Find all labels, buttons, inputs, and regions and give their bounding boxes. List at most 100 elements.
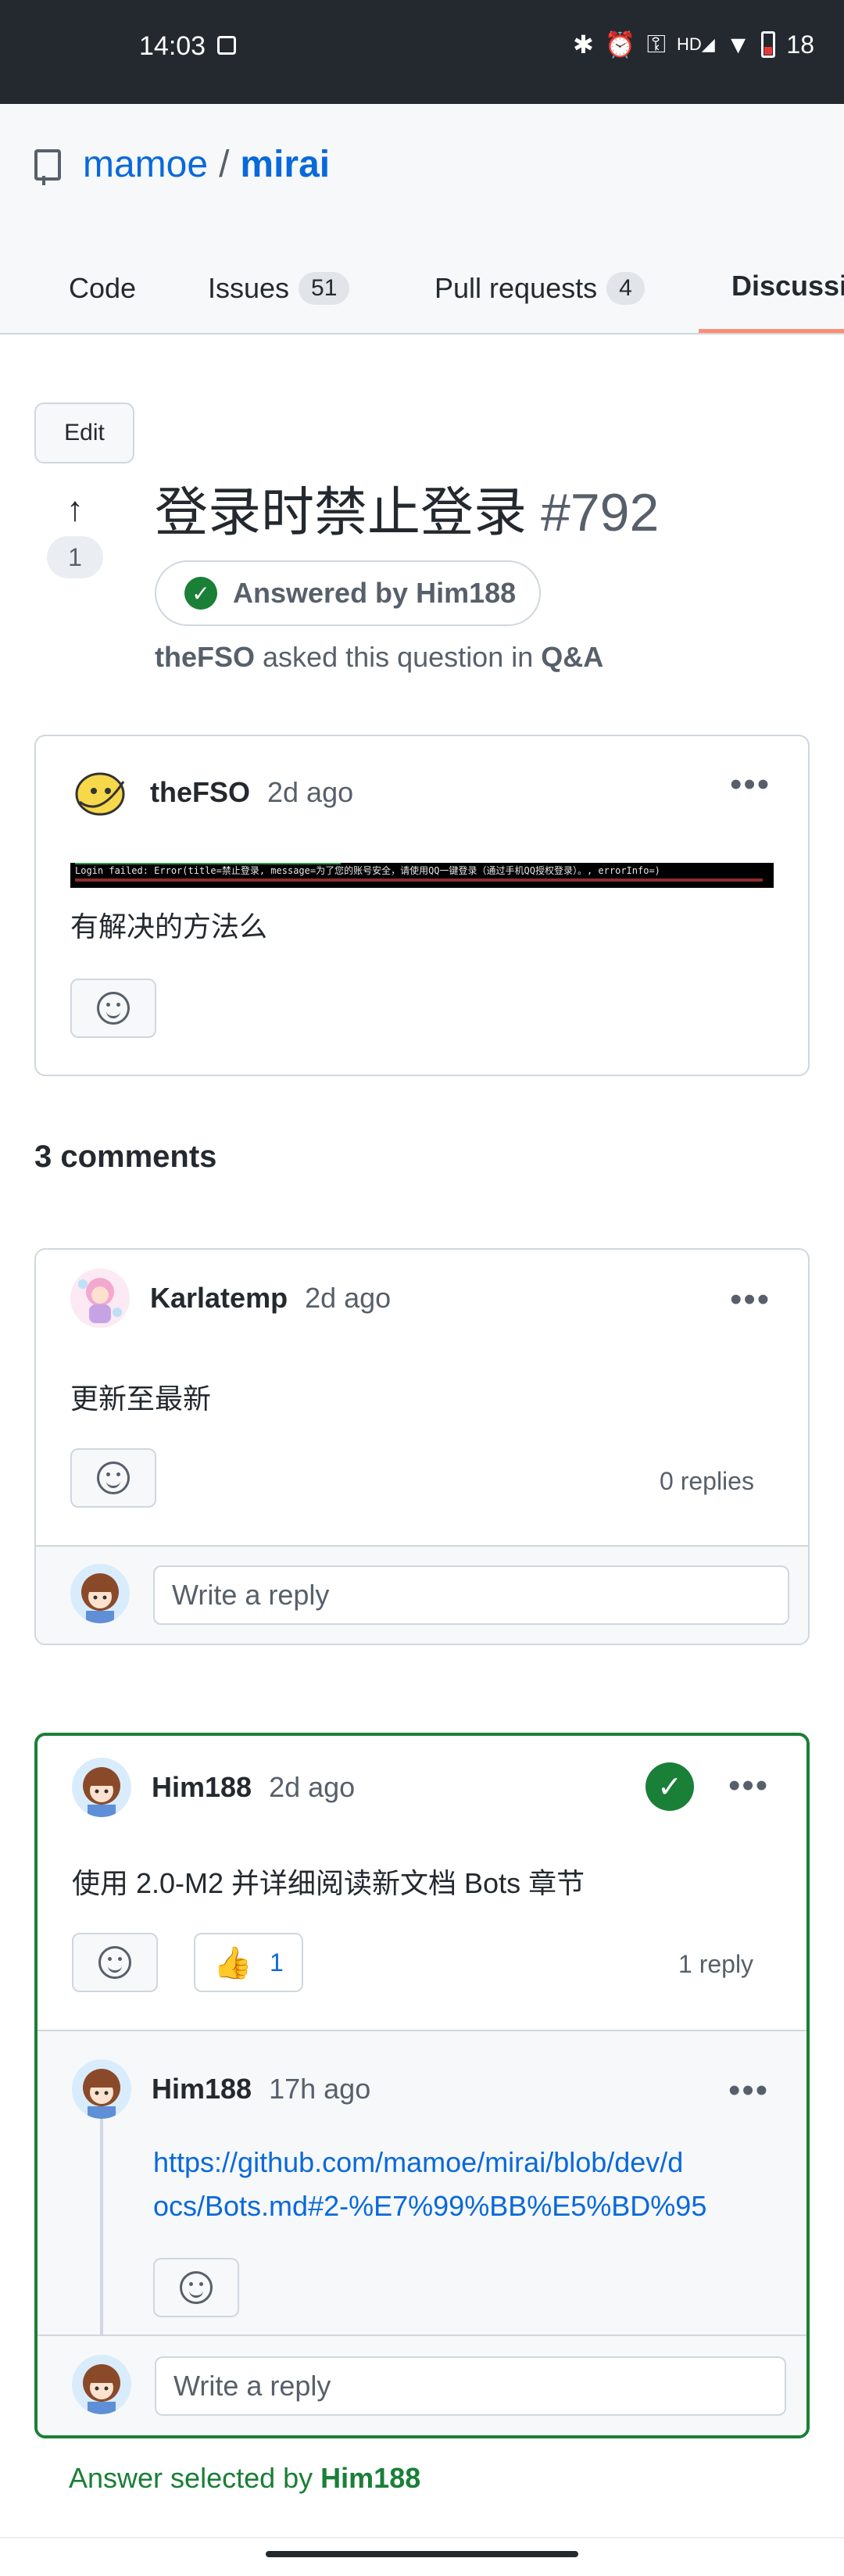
tab-issues[interactable]: Issues 51 [208,243,350,333]
comment-author-row: Karlatemp 2d ago [70,1268,391,1328]
edit-button[interactable]: Edit [34,402,134,463]
write-reply-input[interactable]: Write a reply [155,2356,786,2416]
post-author-row: theFSO 2d ago [70,763,353,822]
discussion-title: 登录时禁止登录 #792 [155,469,659,546]
tab-pull-requests[interactable]: Pull requests 4 [435,243,645,333]
reply-bar: Write a reply [38,2334,806,2435]
home-indicator[interactable] [266,2551,578,2557]
tab-label: Issues [208,271,290,304]
smiley-icon [97,1462,130,1494]
replies-count[interactable]: 0 replies [660,1467,754,1496]
comments-heading: 3 comments [34,1140,217,1174]
pull-requests-count-badge: 4 [606,271,645,305]
check-circle-icon: ✓ [184,577,217,610]
discussion-title-text: 登录时禁止登录 [155,483,528,542]
battery-icon [761,31,776,58]
tab-label: Discussi [731,270,844,302]
asker-link[interactable]: theFSO [155,641,255,673]
reply-bar: Write a reply [36,1545,808,1644]
avatar[interactable] [72,1758,131,1817]
repo-name-link[interactable]: mirai [240,143,330,186]
smiley-icon [97,992,130,1025]
thread-line [100,2102,103,2336]
reply-time[interactable]: 17h ago [269,2073,370,2106]
answer-selected-by-link[interactable]: Him188 [320,2462,420,2494]
asked-text: asked this question in [263,641,534,673]
post-body: 有解决的方法么 [70,911,268,943]
nested-reply: Him188 17h ago ••• https://github.com/ma… [38,2030,806,2336]
docs-link[interactable]: https://github.com/mamoe/mirai/blob/dev/… [153,2141,706,2228]
comment-card: Karlatemp 2d ago ••• 更新至最新 0 replies Wri… [34,1248,810,1645]
write-reply-input[interactable]: Write a reply [153,1565,789,1625]
vpn-key-icon: ⚿ [646,30,667,58]
comment-body: 更新至最新 [70,1383,212,1415]
more-options-icon[interactable]: ••• [730,1283,771,1317]
status-bar: 14:03 ✱ ⏰ ⚿ HD◢ ▼ 18 [0,0,844,104]
status-icons: ✱ ⏰ ⚿ HD◢ ▼ 18 [573,30,814,59]
avatar [72,2355,131,2414]
repo-tabs: Code Issues 51 Pull requests 4 Discussi [0,243,844,335]
wifi-icon: ▼ [725,30,751,59]
alarm-icon: ⏰ [604,30,636,59]
avatar[interactable] [70,763,130,822]
error-log-image: Login failed: Error(title=禁止登录, message=… [70,863,774,888]
answered-label: Answered by Him188 [233,577,517,609]
original-post-card: theFSO 2d ago ••• Login failed: Error(ti… [34,735,810,1076]
repo-icon [34,148,61,185]
repo-header: mamoe / mirai Code Issues 51 Pull reques… [0,104,844,335]
thumbs-up-icon: 👍 [213,1945,252,1980]
author-name[interactable]: theFSO [150,776,250,809]
replies-count[interactable]: 1 reply [678,1950,753,1979]
add-reaction-button[interactable] [72,1933,158,1992]
repo-title: mamoe / mirai [34,143,330,186]
answer-selected-text: Answer selected by [69,2462,313,2494]
asked-line: theFSO asked this question in Q&A [155,641,603,674]
upvote-widget: ↑ 1 [47,492,103,578]
avatar [70,1564,130,1623]
repo-owner-link[interactable]: mamoe [83,143,208,186]
post-time[interactable]: 2d ago [267,776,353,809]
add-reaction-button[interactable] [70,1448,156,1508]
docs-link-line-1: https://github.com/mamoe/mirai/blob/dev/… [153,2146,684,2178]
comment-body: 使用 2.0-M2 并详细阅读新文档 Bots 章节 [72,1867,585,1899]
more-options-icon[interactable]: ••• [730,767,771,802]
category-link[interactable]: Q&A [541,641,603,673]
error-log-text: Login failed: Error(title=禁止登录, message=… [75,865,660,876]
add-reaction-button[interactable] [70,979,156,1038]
avatar[interactable] [72,2059,131,2119]
marked-answer-check-icon: ✓ [646,1762,694,1811]
vote-count: 1 [47,536,103,578]
more-options-icon[interactable]: ••• [728,2073,769,2108]
answered-badge[interactable]: ✓ Answered by Him188 [155,560,542,626]
signal-icon: HD◢ [677,34,715,54]
bluetooth-icon: ✱ [573,30,594,59]
issues-count-badge: 51 [299,271,350,305]
add-reaction-button[interactable] [153,2258,239,2317]
upvote-arrow-icon[interactable]: ↑ [47,492,103,527]
comment-time[interactable]: 2d ago [305,1282,391,1315]
comment-author-row: Him188 2d ago [72,1758,355,1817]
smiley-icon [98,1946,131,1979]
tab-discussions[interactable]: Discussi [699,243,844,333]
thumbs-up-reaction[interactable]: 👍 1 [194,1933,303,1992]
screenshot-icon [217,36,236,55]
repo-separator: / [219,144,230,185]
discussion-number: #792 [541,483,660,542]
author-name[interactable]: Him188 [152,1771,252,1804]
comment-time[interactable]: 2d ago [269,1771,355,1804]
author-name[interactable]: Him188 [152,2073,252,2106]
answer-selected-line: Answer selected by Him188 [69,2462,420,2495]
battery-level: 18 [786,30,814,59]
avatar[interactable] [70,1268,130,1328]
author-name[interactable]: Karlatemp [150,1282,288,1315]
more-options-icon[interactable]: ••• [728,1769,769,1803]
docs-link-line-2: ocs/Bots.md#2-%E7%99%BB%E5%BD%95 [153,2190,707,2222]
bottom-divider [0,2537,844,2538]
reaction-count: 1 [270,1948,284,1977]
reply-author-row: Him188 17h ago [72,2059,370,2119]
tab-label: Code [69,271,137,304]
tab-code[interactable]: Code [69,243,136,333]
status-time: 14:03 [139,31,206,61]
answer-comment-card: Him188 2d ago ✓ ••• 使用 2.0-M2 并详细阅读新文档 B… [34,1733,810,2438]
tab-label: Pull requests [435,271,598,304]
